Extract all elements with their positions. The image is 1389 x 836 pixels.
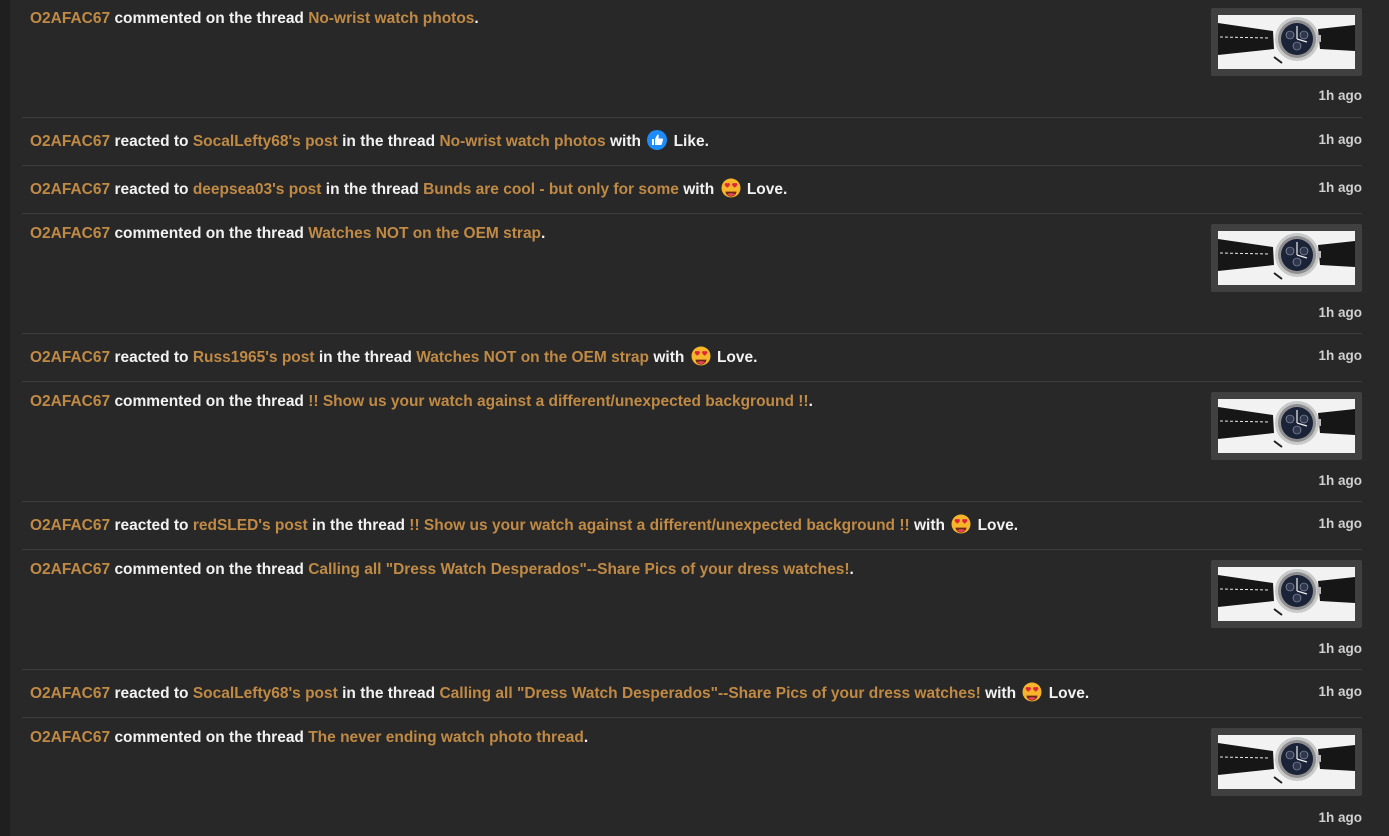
user-link[interactable]: O2AFAC67 xyxy=(30,133,110,150)
post-link[interactable]: deepsea03's post xyxy=(193,181,322,198)
left-rail xyxy=(0,0,10,836)
user-link[interactable]: O2AFAC67 xyxy=(30,517,110,534)
thread-link[interactable]: Calling all "Dress Watch Desperados"--Sh… xyxy=(308,561,849,578)
end-punct: . xyxy=(583,729,589,746)
thread-link[interactable]: !! Show us your watch against a differen… xyxy=(409,517,909,534)
feed-item-text: O2AFAC67 commented on the thread The nev… xyxy=(30,728,588,748)
user-link[interactable]: O2AFAC67 xyxy=(30,393,110,410)
love-icon xyxy=(721,178,741,198)
feed-item-text: O2AFAC67 reacted to Russ1965's post in t… xyxy=(30,346,757,368)
feed-item-text: O2AFAC67 commented on the thread !! Show… xyxy=(30,392,813,412)
action-text: in the thread xyxy=(342,685,436,702)
thread-link[interactable]: Watches NOT on the OEM strap xyxy=(416,349,649,366)
feed-item: O2AFAC67 reacted to Russ1965's post in t… xyxy=(22,334,1362,382)
action-text: commented on the thread xyxy=(114,393,304,410)
love-icon xyxy=(951,514,971,534)
user-link[interactable]: O2AFAC67 xyxy=(30,225,110,242)
action-text: reacted to xyxy=(114,133,189,150)
user-link[interactable]: O2AFAC67 xyxy=(30,181,110,198)
timestamp[interactable]: 1h ago xyxy=(1318,348,1362,363)
post-link[interactable]: SocalLefty68's post xyxy=(193,133,338,150)
action-text: reacted to xyxy=(114,685,189,702)
timestamp[interactable]: 1h ago xyxy=(1318,641,1362,656)
watch-photo-thumbnail[interactable] xyxy=(1211,224,1362,292)
action-text: commented on the thread xyxy=(114,729,304,746)
post-link[interactable]: redSLED's post xyxy=(193,517,308,534)
user-link[interactable]: O2AFAC67 xyxy=(30,10,110,27)
watch-photo-thumbnail[interactable] xyxy=(1211,8,1362,76)
thread-link[interactable]: The never ending watch photo thread xyxy=(308,729,584,746)
action-text: in the thread xyxy=(325,181,419,198)
user-link[interactable]: O2AFAC67 xyxy=(30,685,110,702)
timestamp[interactable]: 1h ago xyxy=(1318,684,1362,699)
thread-link[interactable]: Bunds are cool - but only for some xyxy=(423,181,679,198)
feed-item-text: O2AFAC67 commented on the thread No-wris… xyxy=(30,9,479,29)
feed-item: O2AFAC67 reacted to SocalLefty68's post … xyxy=(22,670,1362,718)
feed-item-text: O2AFAC67 reacted to SocalLefty68's post … xyxy=(30,682,1089,704)
activity-feed: O2AFAC67 commented on the thread No-wris… xyxy=(22,0,1362,836)
news-feed-page: O2AFAC67 commented on the thread No-wris… xyxy=(0,0,1389,836)
end-punct: . xyxy=(849,561,854,578)
end-punct: . xyxy=(474,10,479,27)
action-text: commented on the thread xyxy=(114,225,304,242)
action-text: with xyxy=(609,133,641,150)
action-text: with xyxy=(913,517,945,534)
feed-item: O2AFAC67 commented on the thread !! Show… xyxy=(22,382,1362,502)
feed-item-text: O2AFAC67 commented on the thread Watches… xyxy=(30,224,545,244)
user-link[interactable]: O2AFAC67 xyxy=(30,561,110,578)
reaction-name: Like. xyxy=(673,133,709,150)
timestamp[interactable]: 1h ago xyxy=(1318,180,1362,195)
action-text: with xyxy=(985,685,1017,702)
feed-item: O2AFAC67 commented on the thread Calling… xyxy=(22,550,1362,670)
reaction-name: Love. xyxy=(977,517,1019,534)
feed-item-text: O2AFAC67 commented on the thread Calling… xyxy=(30,560,854,580)
user-link[interactable]: O2AFAC67 xyxy=(30,729,110,746)
watch-photo-thumbnail[interactable] xyxy=(1211,560,1362,628)
thread-link[interactable]: Calling all "Dress Watch Desperados"--Sh… xyxy=(439,685,980,702)
watch-photo-thumbnail[interactable] xyxy=(1211,392,1362,460)
love-icon xyxy=(1022,682,1042,702)
user-link[interactable]: O2AFAC67 xyxy=(30,349,110,366)
timestamp[interactable]: 1h ago xyxy=(1318,810,1362,825)
feed-item-text: O2AFAC67 reacted to deepsea03's post in … xyxy=(30,178,787,200)
timestamp[interactable]: 1h ago xyxy=(1318,516,1362,531)
love-icon xyxy=(691,346,711,366)
post-link[interactable]: SocalLefty68's post xyxy=(193,685,338,702)
action-text: in the thread xyxy=(311,517,405,534)
timestamp[interactable]: 1h ago xyxy=(1318,88,1362,103)
reaction-name: Love. xyxy=(746,181,788,198)
action-text: commented on the thread xyxy=(114,10,304,27)
action-text: reacted to xyxy=(114,349,189,366)
action-text: reacted to xyxy=(114,181,189,198)
reaction-name: Love. xyxy=(716,349,758,366)
timestamp[interactable]: 1h ago xyxy=(1318,305,1362,320)
end-punct: . xyxy=(808,393,813,410)
like-icon xyxy=(647,130,668,150)
feed-item: O2AFAC67 reacted to SocalLefty68's post … xyxy=(22,118,1362,166)
feed-item: O2AFAC67 commented on the thread The nev… xyxy=(22,718,1362,836)
action-text: commented on the thread xyxy=(114,561,304,578)
feed-item: O2AFAC67 commented on the thread No-wris… xyxy=(22,0,1362,118)
action-text: with xyxy=(683,181,715,198)
feed-item-text: O2AFAC67 reacted to redSLED's post in th… xyxy=(30,514,1018,536)
thread-link[interactable]: Watches NOT on the OEM strap xyxy=(308,225,541,242)
action-text: with xyxy=(653,349,685,366)
feed-item: O2AFAC67 commented on the thread Watches… xyxy=(22,214,1362,334)
action-text: in the thread xyxy=(318,349,412,366)
feed-item: O2AFAC67 reacted to deepsea03's post in … xyxy=(22,166,1362,214)
thread-link[interactable]: No-wrist watch photos xyxy=(439,133,605,150)
timestamp[interactable]: 1h ago xyxy=(1318,132,1362,147)
end-punct: . xyxy=(541,225,546,242)
feed-item-text: O2AFAC67 reacted to SocalLefty68's post … xyxy=(30,130,709,152)
post-link[interactable]: Russ1965's post xyxy=(193,349,315,366)
thread-link[interactable]: No-wrist watch photos xyxy=(308,10,474,27)
timestamp[interactable]: 1h ago xyxy=(1318,473,1362,488)
action-text: in the thread xyxy=(342,133,436,150)
watch-photo-thumbnail[interactable] xyxy=(1211,728,1362,796)
reaction-name: Love. xyxy=(1048,685,1090,702)
feed-item: O2AFAC67 reacted to redSLED's post in th… xyxy=(22,502,1362,550)
action-text: reacted to xyxy=(114,517,189,534)
thread-link[interactable]: !! Show us your watch against a differen… xyxy=(308,393,808,410)
